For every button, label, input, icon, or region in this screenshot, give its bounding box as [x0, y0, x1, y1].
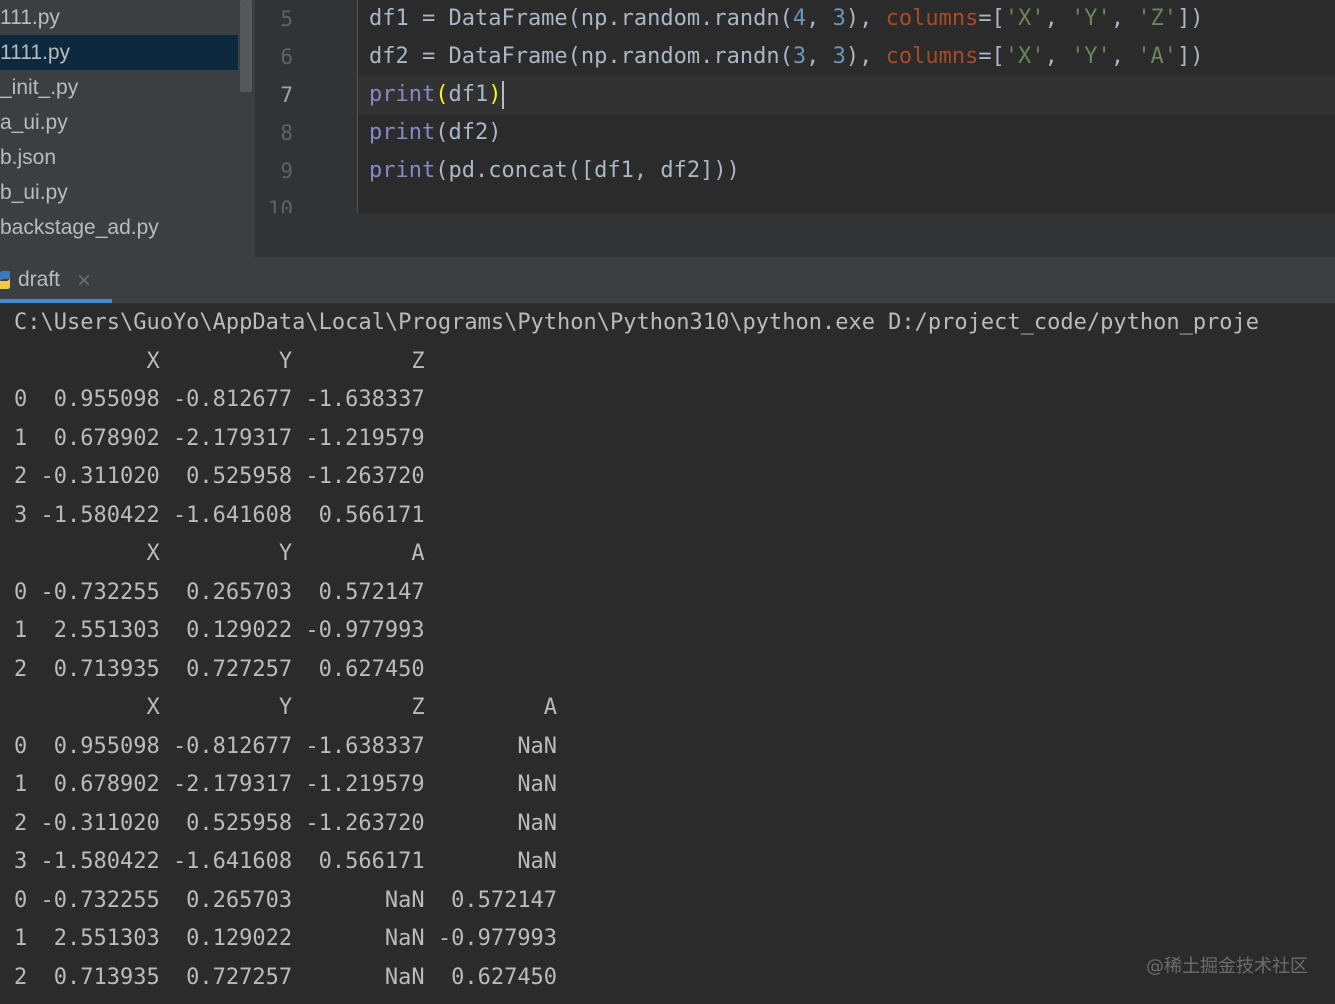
project-tree: 111.py 1111.py _init_.py a_ui.py b.json … — [0, 0, 238, 257]
console-line: 1 2.551303 0.129022 -0.977993 — [14, 618, 425, 643]
code-line-current[interactable]: print(df1) — [369, 76, 505, 114]
text-caret — [502, 81, 505, 109]
close-icon[interactable]: × — [76, 269, 92, 291]
console-line: 1 0.678902 -2.179317 -1.219579 — [14, 426, 425, 451]
code-line[interactable]: df2 = DataFrame(np.random.randn(3, 3), c… — [369, 38, 1204, 76]
watermark: @稀土掘金技术社区 — [1146, 956, 1308, 977]
console-line: 3 -1.580422 -1.641608 0.566171 NaN — [14, 849, 558, 874]
tree-item-111-py[interactable]: 111.py — [0, 0, 238, 35]
console-line: X Y Z — [14, 349, 425, 374]
run-tool-window-tabbar: draft × — [0, 257, 1335, 304]
line-number: 6 — [280, 45, 293, 69]
code-editor[interactable]: 5 6 7 8 9 10 df1 = DataFrame(np.random.r… — [255, 0, 1335, 213]
code-line[interactable]: print(df2) — [369, 114, 501, 152]
console-line: X Y A — [14, 541, 425, 566]
line-number-gutter: 5 6 7 8 9 10 — [255, 0, 358, 213]
console-line: 0 -0.732255 0.265703 NaN 0.572147 — [14, 888, 558, 913]
console-line: 1 2.551303 0.129022 NaN -0.977993 — [14, 926, 558, 951]
console-line: 2 -0.311020 0.525958 -1.263720 — [14, 464, 425, 489]
console-line: 2 0.713935 0.727257 0.627450 — [14, 657, 425, 682]
code-line[interactable]: df1 = DataFrame(np.random.randn(4, 3), c… — [369, 0, 1204, 38]
tree-scrollbar-thumb[interactable] — [240, 0, 252, 92]
console-line: 0 0.955098 -0.812677 -1.638337 — [14, 387, 425, 412]
console-line: 3 -1.580422 -1.641608 0.566171 — [14, 503, 425, 528]
active-tab-indicator — [0, 299, 112, 303]
console-line: 2 0.713935 0.727257 NaN 0.627450 — [14, 965, 558, 990]
line-number: 9 — [280, 159, 293, 183]
console-line-command: C:\Users\GuoYo\AppData\Local\Programs\Py… — [14, 310, 1260, 335]
tree-item-a-ui-py[interactable]: a_ui.py — [0, 105, 238, 140]
line-number: 10 — [267, 197, 293, 213]
tree-item-b-ui-py[interactable]: b_ui.py — [0, 175, 238, 210]
console-line: 0 0.955098 -0.812677 -1.638337 NaN — [14, 734, 558, 759]
console-line: 2 -0.311020 0.525958 -1.263720 NaN — [14, 811, 558, 836]
tree-item-b-json[interactable]: b.json — [0, 140, 238, 175]
console-line: X Y Z A — [14, 695, 558, 720]
line-number-current: 7 — [280, 83, 293, 107]
current-line-highlight — [358, 76, 1335, 114]
console-line: 0 -0.732255 0.265703 0.572147 — [14, 580, 425, 605]
python-icon — [0, 271, 10, 289]
editor-horizontal-scroll-area — [255, 213, 1335, 257]
console-line: 1 0.678902 -2.179317 -1.219579 NaN — [14, 772, 558, 797]
line-number: 5 — [280, 7, 293, 31]
tree-item-1111-py[interactable]: 1111.py — [0, 35, 238, 70]
code-line[interactable]: print(pd.concat([df1, df2])) — [369, 152, 740, 190]
run-tab-label: draft — [18, 268, 61, 291]
tree-item-backstage-ad-py[interactable]: backstage_ad.py — [0, 210, 238, 245]
line-number: 8 — [280, 121, 293, 145]
console-output[interactable]: C:\Users\GuoYo\AppData\Local\Programs\Py… — [0, 304, 1335, 1004]
run-tab-draft[interactable]: draft × — [0, 257, 112, 303]
tree-item-init-py[interactable]: _init_.py — [0, 70, 238, 105]
